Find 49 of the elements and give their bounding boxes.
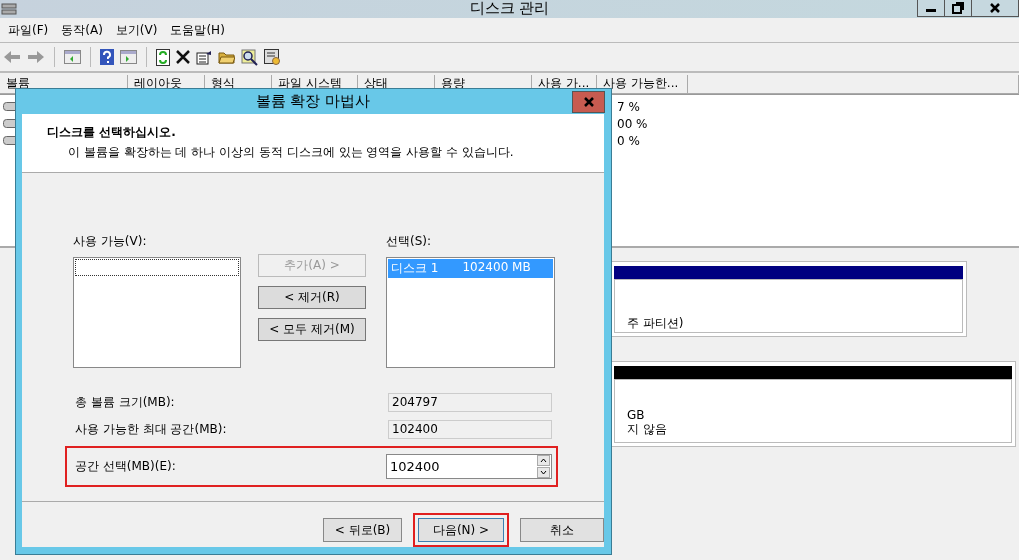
available-list[interactable] — [73, 257, 241, 368]
column-header[interactable]: 사용 가능한... — [596, 75, 688, 94]
folder-icon[interactable] — [218, 50, 235, 64]
dialog-title: 볼륨 확장 마법사 — [255, 91, 371, 111]
readonly-field: 102400 — [388, 420, 552, 439]
partition-panel[interactable]: 주 파티션) — [610, 261, 967, 337]
up-arrow-icon[interactable] — [537, 455, 550, 466]
field-label: 사용 가능한 최대 공간(MB): — [75, 421, 228, 438]
partition-text: GB — [627, 408, 646, 422]
down-arrow-icon[interactable] — [537, 467, 550, 478]
properties-icon[interactable] — [196, 49, 212, 65]
list-button[interactable]: < 제거(R) — [258, 286, 366, 309]
restore-icon — [952, 2, 964, 14]
menu-item[interactable]: 동작(A) — [57, 21, 112, 39]
close-icon — [989, 3, 1001, 13]
delete-icon[interactable] — [176, 50, 190, 64]
list-button[interactable]: < 모두 제거(M) — [258, 318, 366, 341]
list-label: 사용 가능(V): — [73, 233, 148, 250]
field-label: 총 볼륨 크기(MB): — [75, 394, 176, 411]
field-label: 공간 선택(MB)(E): — [75, 458, 177, 475]
minimize-button[interactable] — [917, 0, 945, 17]
table-cell-text: 7 % — [616, 99, 641, 114]
partition-panel[interactable]: GB 지 않음 — [610, 361, 1016, 447]
dialog-button[interactable]: 취소 — [520, 518, 604, 542]
partition-text: 주 파티션) — [627, 316, 685, 330]
menu-item[interactable]: 도움말(H) — [166, 21, 234, 39]
close-icon — [582, 97, 595, 107]
settings-icon[interactable] — [264, 48, 281, 66]
refresh-icon[interactable] — [156, 48, 170, 66]
menu-item[interactable]: 파일(F) — [4, 21, 58, 39]
dialog-button[interactable]: 다음(N) > — [418, 518, 504, 542]
magnifier-icon[interactable] — [241, 48, 258, 66]
help-icon[interactable] — [100, 49, 114, 65]
menu-item[interactable]: 보기(V) — [111, 21, 167, 39]
pane-icon[interactable] — [120, 50, 137, 64]
partition-text: 지 않음 — [627, 422, 668, 436]
restore-button[interactable] — [944, 0, 972, 17]
list-label: 선택(S): — [386, 233, 433, 250]
table-cell-text: 0 % — [616, 133, 641, 148]
disk-drive-icon — [1, 2, 17, 16]
window-title: 디스크 관리 — [468, 0, 551, 18]
readonly-field: 204797 — [388, 393, 552, 412]
dialog-button[interactable]: < 뒤로(B) — [323, 518, 402, 542]
dialog-subtitle: 이 볼륨을 확장하는 데 하나 이상의 동적 디스크에 있는 영역을 사용할 수 있습니다. — [67, 143, 515, 161]
table-cell-text: 00 % — [616, 116, 649, 131]
dialog-heading: 디스크를 선택하십시오. — [47, 123, 177, 141]
spinner-field[interactable]: 102400 — [386, 454, 552, 479]
pane-icon[interactable] — [64, 50, 81, 64]
close-button[interactable] — [971, 0, 1019, 17]
